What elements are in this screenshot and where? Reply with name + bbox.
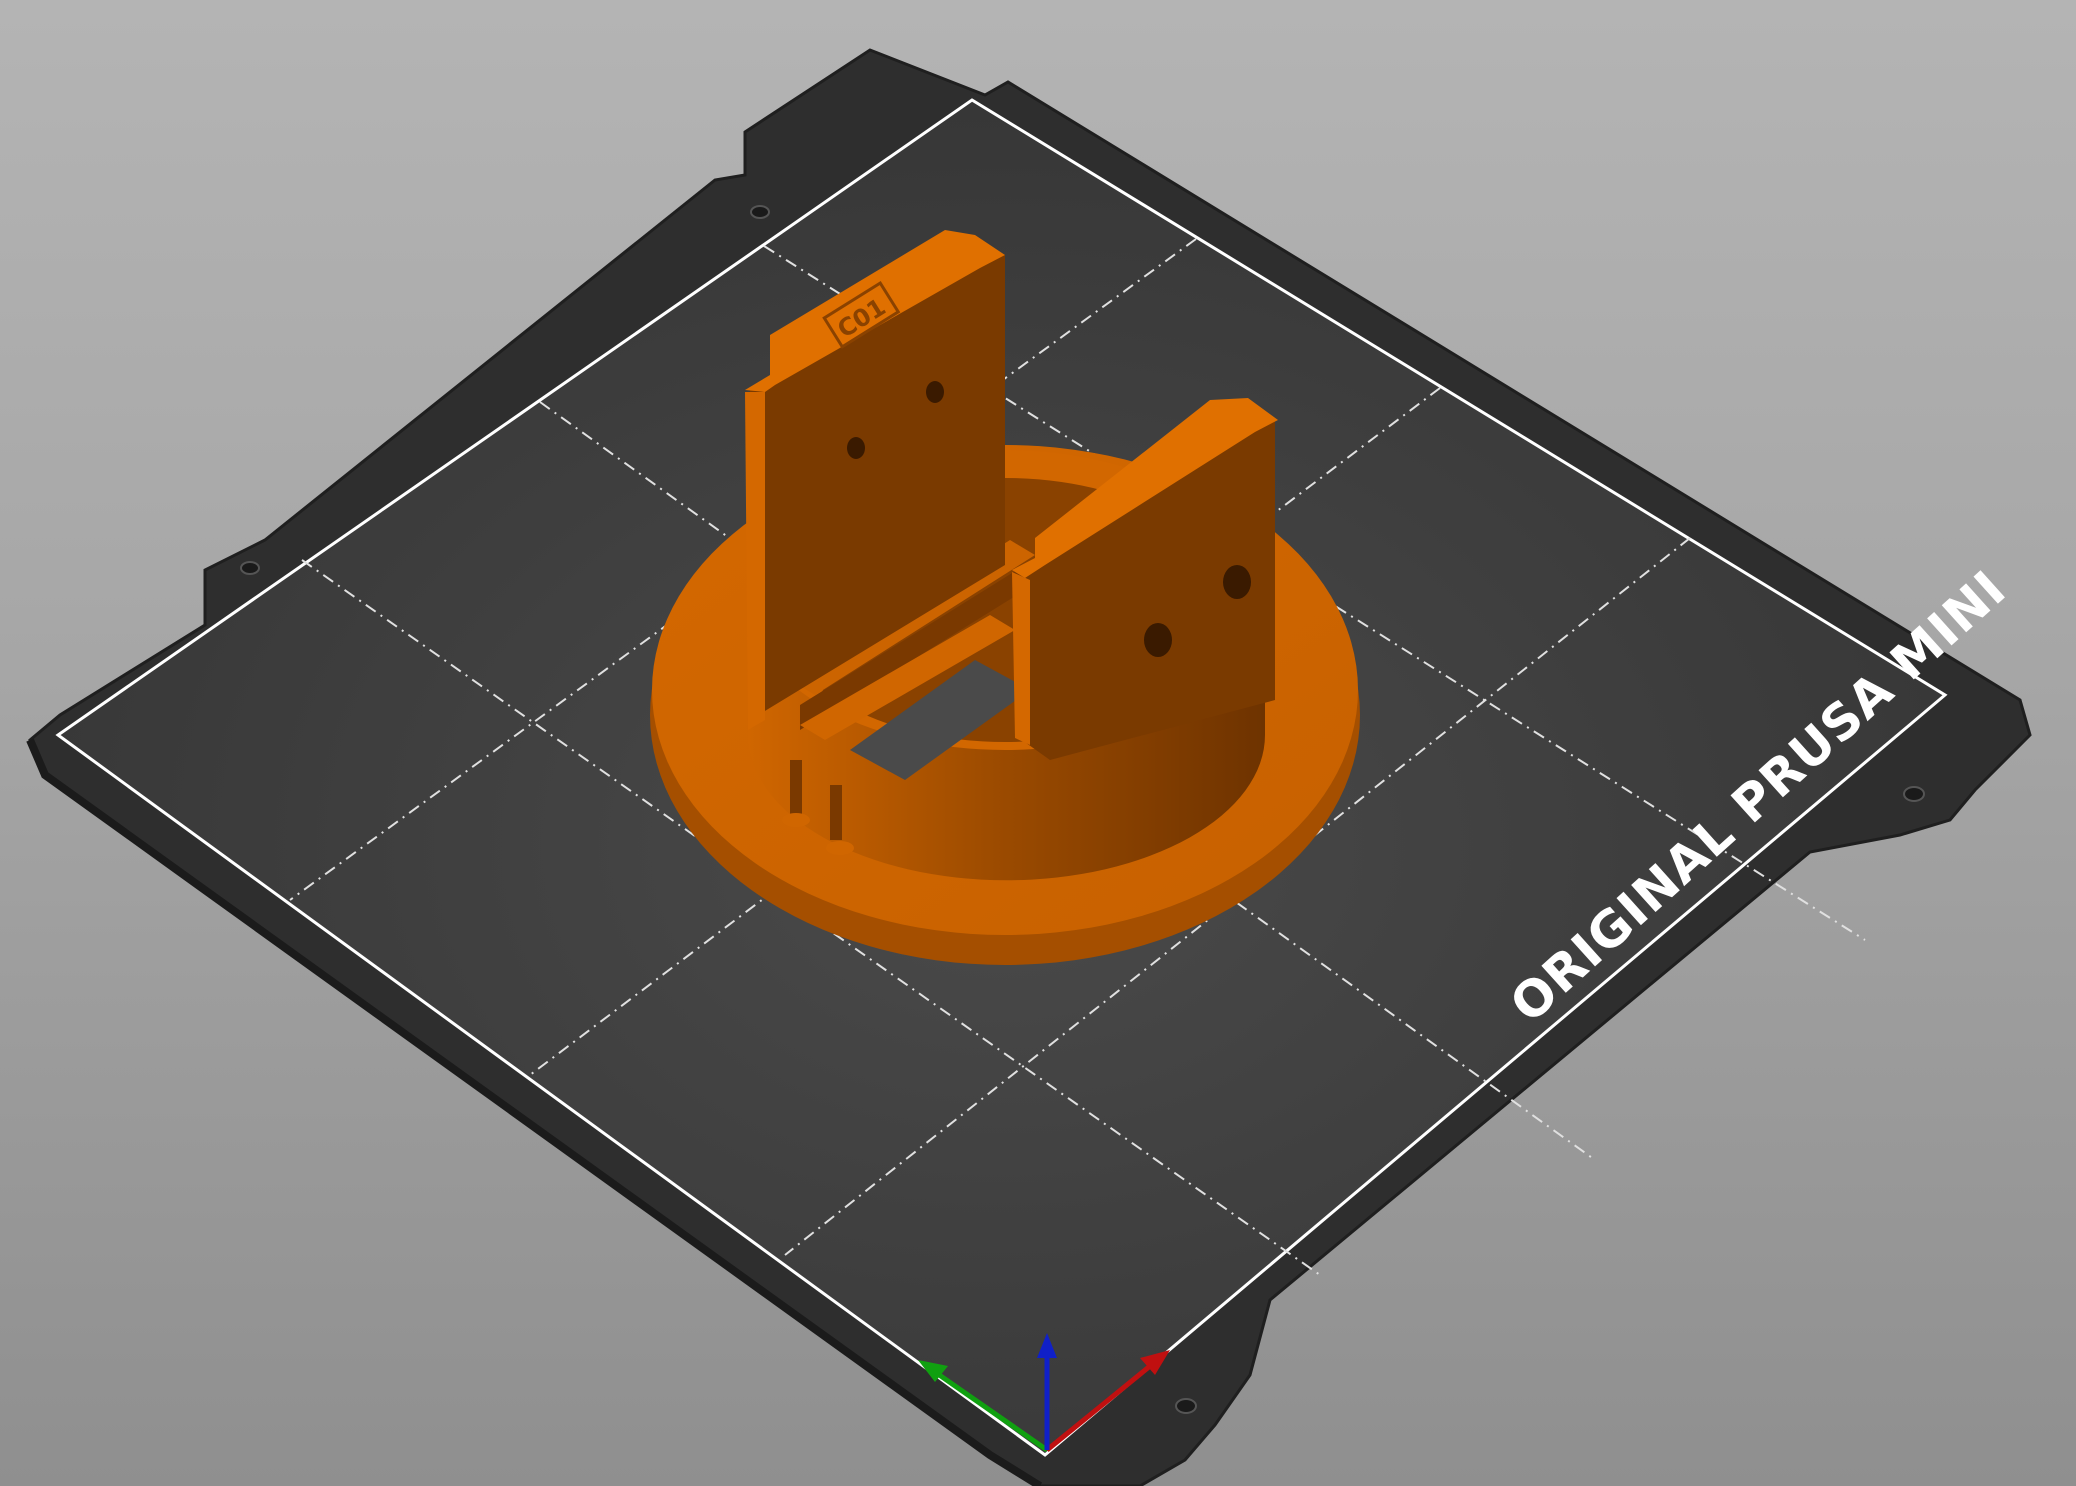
model-right-clip-hole-2 [1144, 623, 1172, 657]
3d-viewport[interactable]: ORIGINAL PRUSA MINI C01 [0, 0, 2076, 1486]
model-right-clip-hole-1 [1223, 565, 1251, 599]
model-right-clip-face [1012, 572, 1030, 745]
model-left-clip-face [745, 392, 765, 730]
model-left-clip-hole-1 [926, 381, 944, 403]
model-left-clip-hole-2 [847, 437, 865, 459]
3d-scene[interactable]: ORIGINAL PRUSA MINI C01 [0, 0, 2076, 1486]
